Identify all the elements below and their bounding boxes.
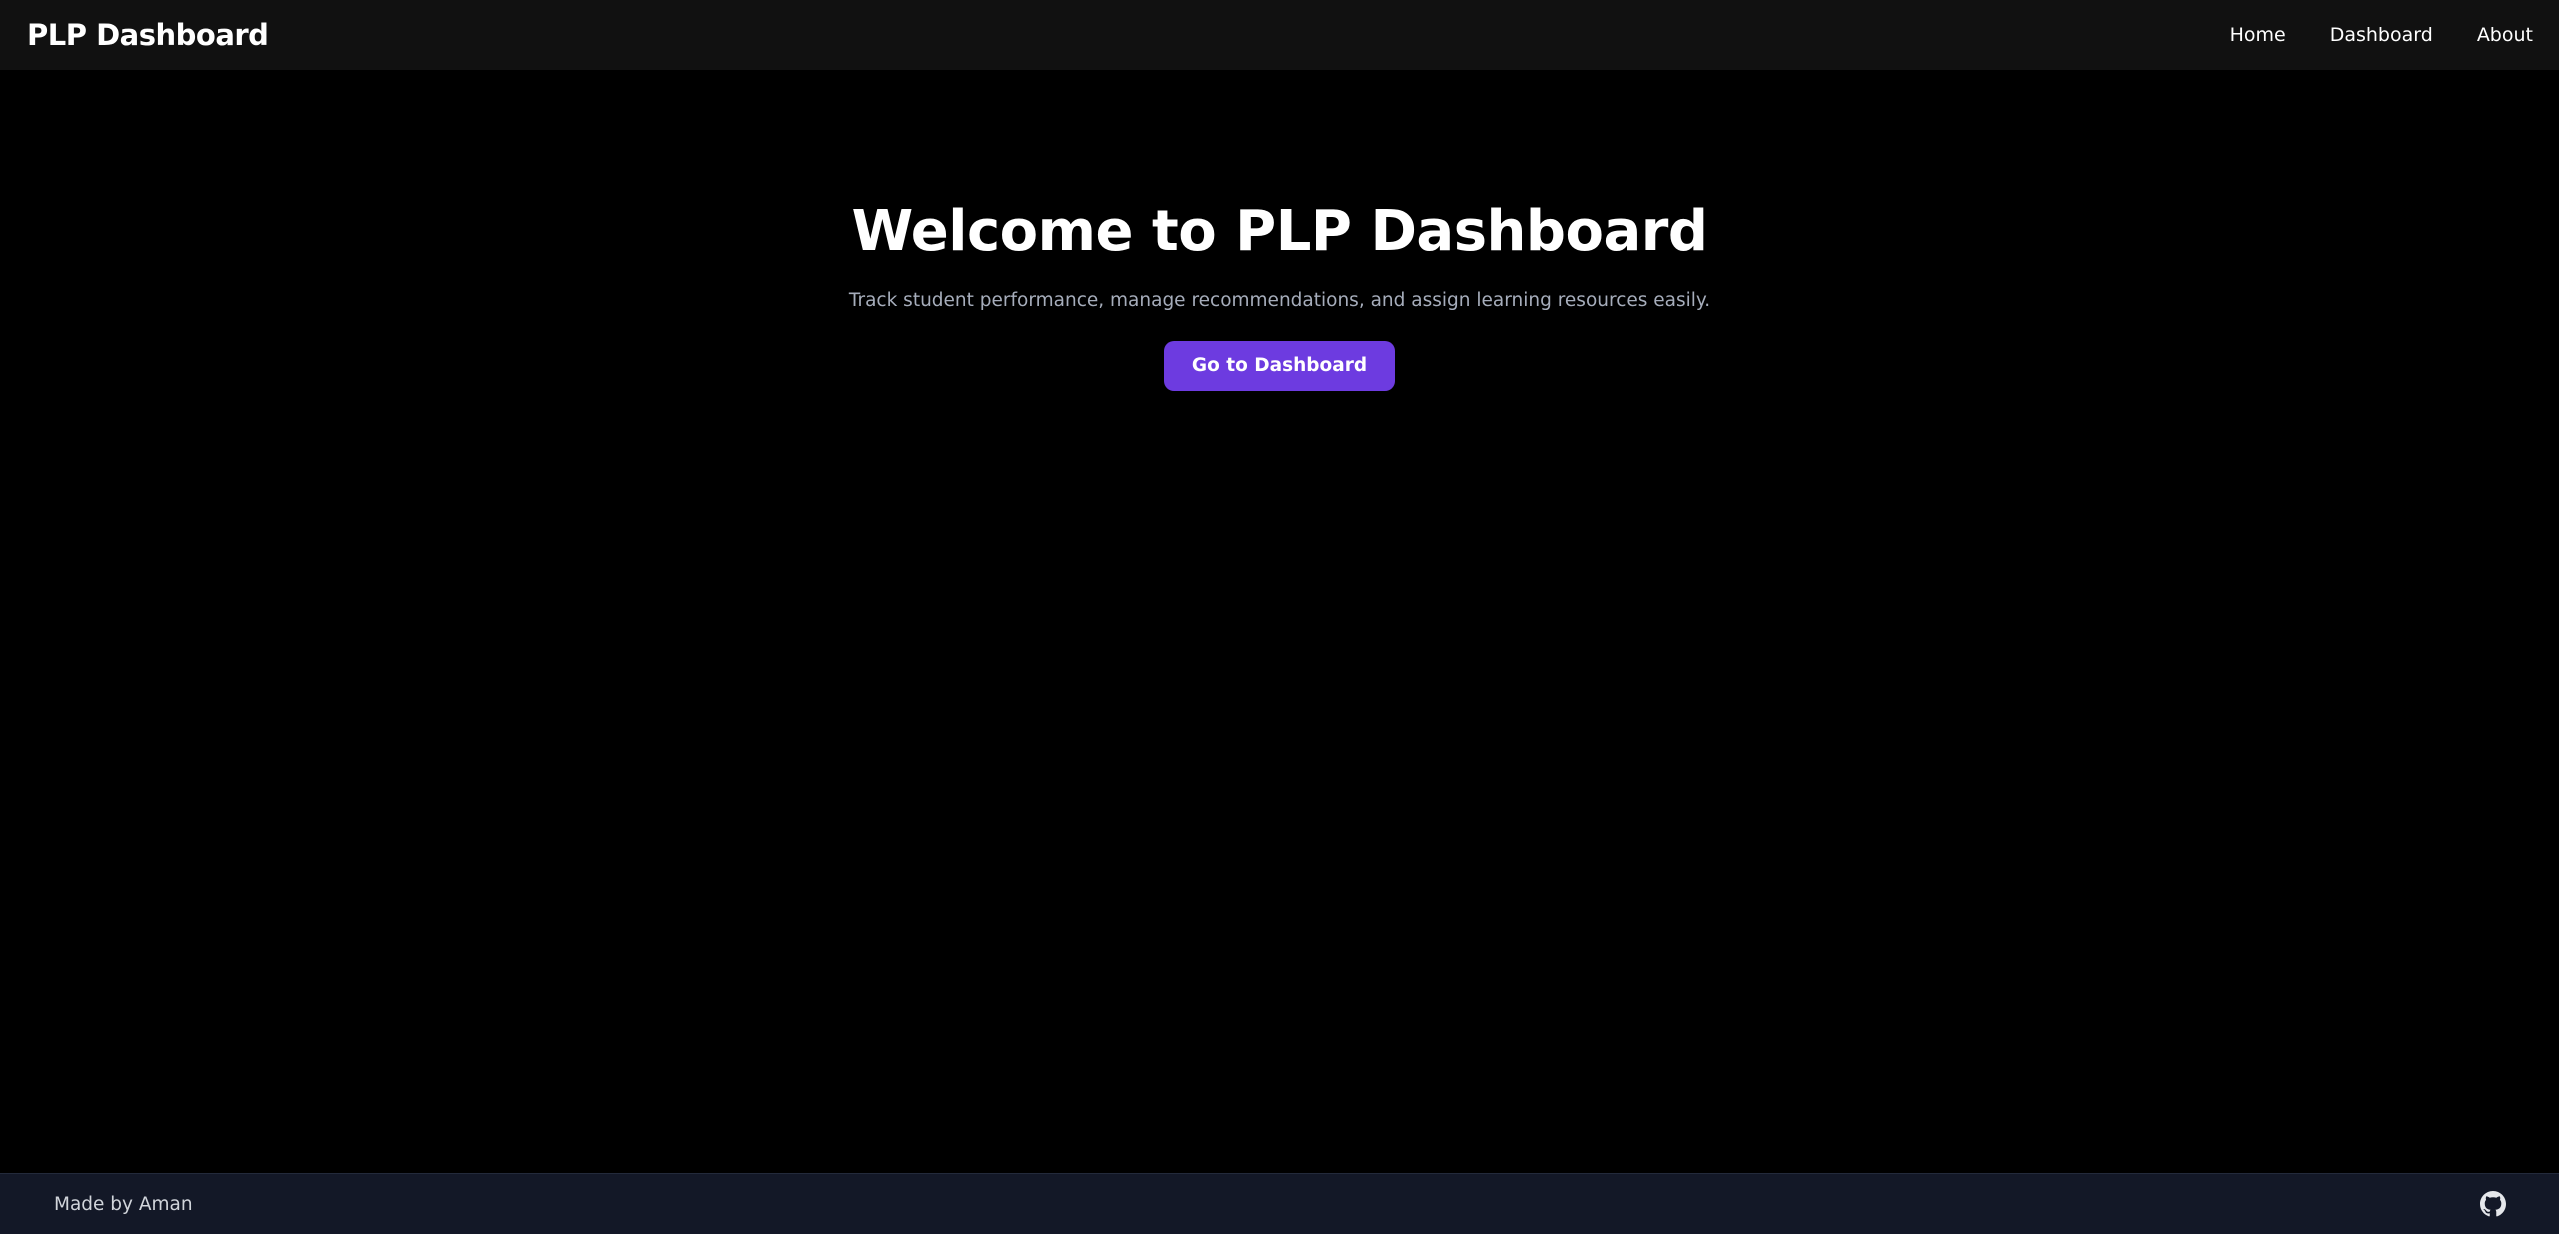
go-to-dashboard-button[interactable]: Go to Dashboard — [1163, 341, 1396, 391]
hero-section: Welcome to PLP Dashboard Track student p… — [0, 192, 2559, 391]
brand-logo[interactable]: PLP Dashboard — [27, 18, 269, 52]
navbar: PLP Dashboard Home Dashboard About — [0, 0, 2559, 70]
nav-link-dashboard[interactable]: Dashboard — [2330, 24, 2433, 46]
hero-title: Welcome to PLP Dashboard — [851, 199, 1708, 264]
footer-credit: Made by Aman — [54, 1193, 193, 1215]
github-icon — [2480, 1191, 2506, 1217]
github-link[interactable] — [2479, 1190, 2507, 1218]
footer: Made by Aman — [0, 1173, 2559, 1234]
nav-link-home[interactable]: Home — [2230, 24, 2286, 46]
page: PLP Dashboard Home Dashboard About Welco… — [0, 0, 2559, 1234]
hero-subtitle: Track student performance, manage recomm… — [848, 290, 1711, 311]
nav-links: Home Dashboard About — [2230, 24, 2533, 46]
nav-link-about[interactable]: About — [2477, 24, 2533, 46]
